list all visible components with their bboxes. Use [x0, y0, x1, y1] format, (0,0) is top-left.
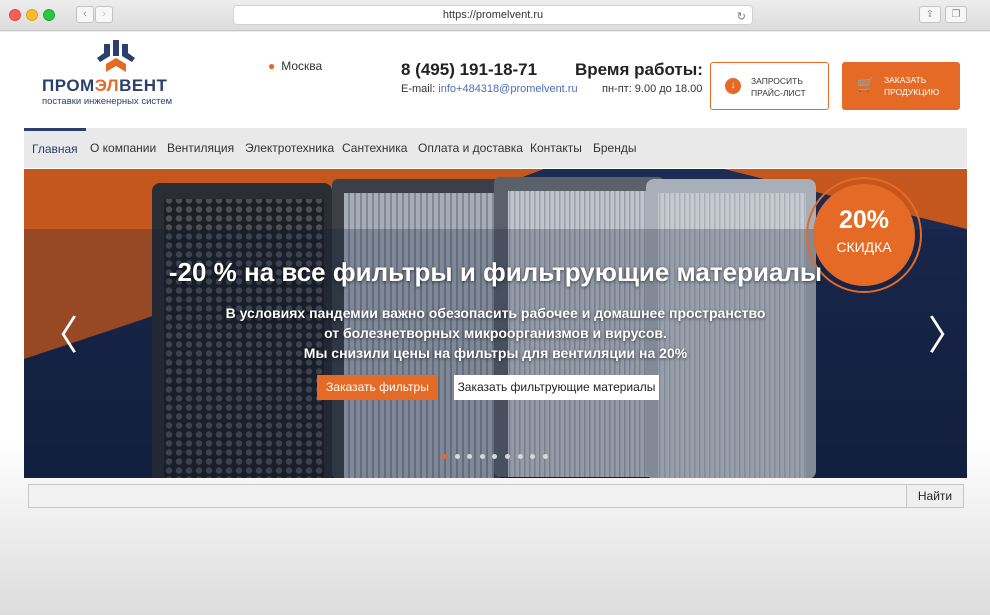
logo-mark-icon — [97, 40, 135, 72]
map-pin-icon: ● — [268, 59, 276, 73]
slider-prev-icon[interactable]: 〈 — [38, 303, 78, 361]
download-icon: ↓ — [725, 78, 741, 94]
hero-text-line: от болезнетворных микроорганизмов и виру… — [324, 325, 667, 341]
city-selector[interactable]: ● Москва — [268, 59, 322, 73]
hours-title: Время работы: — [575, 60, 703, 79]
site-logo[interactable]: ПРОМЭЛВЕНТ поставки инженерных систем — [40, 40, 190, 107]
city-name: Москва — [281, 59, 323, 73]
address-bar[interactable]: https://promelvent.ru ↻ — [233, 5, 753, 25]
back-button[interactable]: ‹ — [76, 6, 94, 23]
logo-word-part: ПРОМ — [42, 76, 95, 95]
email-block: E-mail: info+484318@promelvent.ru — [401, 83, 578, 95]
share-button[interactable]: ⇪ — [919, 6, 941, 23]
logo-tagline: поставки инженерных систем — [42, 96, 173, 107]
search-input[interactable] — [29, 485, 907, 507]
page: ПРОМЭЛВЕНТ поставки инженерных систем ● М… — [0, 32, 990, 615]
tabs-button[interactable]: ❐ — [945, 6, 967, 23]
slider-dot[interactable] — [517, 454, 523, 459]
slider-next-icon[interactable]: 〉 — [928, 303, 967, 361]
search-bar: Найти — [28, 484, 964, 508]
order-filter-materials-button[interactable]: Заказать фильтрующие материалы — [454, 375, 659, 400]
chevron-left-icon: ‹ — [83, 8, 87, 20]
nav-item-about[interactable]: О компании — [90, 128, 156, 168]
minimize-window-button[interactable] — [26, 9, 38, 21]
request-price-list-button[interactable]: ↓ ЗАПРОСИТЬ ПРАЙС-ЛИСТ — [710, 62, 829, 110]
logo-word-accent: ЭЛ — [94, 76, 120, 95]
nav-item-home[interactable]: Главная — [24, 128, 86, 168]
slider-dot[interactable] — [505, 454, 510, 459]
slider-dot[interactable] — [542, 454, 548, 459]
chevron-right-icon: › — [102, 8, 106, 20]
browser-toolbar: ‹ › https://promelvent.ru ↻ ⇪ ❐ — [0, 0, 990, 31]
hours-value: пн-пт: 9.00 до 18.00 — [602, 83, 703, 95]
maximize-window-button[interactable] — [43, 9, 55, 21]
order-filters-button[interactable]: Заказать фильтры — [317, 375, 438, 400]
nav-item-brands[interactable]: Бренды — [593, 128, 636, 168]
nav-item-plumbing[interactable]: Сантехника — [342, 128, 407, 168]
url-text: https://promelvent.ru — [442, 9, 544, 21]
close-window-button[interactable] — [9, 9, 21, 21]
discount-percent: 20% — [838, 206, 890, 234]
nav-item-contacts[interactable]: Контакты — [530, 128, 582, 168]
logo-wordmark: ПРОМЭЛВЕНТ — [42, 76, 167, 96]
nav-item-payment-delivery[interactable]: Оплата и доставка — [418, 128, 523, 168]
hero-description: В условиях пандемии важно обезопасить ра… — [24, 303, 967, 363]
hero-text-line: Мы снизили цены на фильтры для вентиляци… — [303, 345, 688, 361]
share-icon: ⇪ — [925, 9, 935, 20]
nav-item-electrical[interactable]: Электротехника — [245, 128, 334, 168]
discount-label: СКИДКА — [836, 239, 892, 255]
main-nav: Главная О компании Вентиляция Электротех… — [24, 128, 967, 168]
order-products-button[interactable]: 🛒 ЗАКАЗАТЬ ПРОДУКЦИЮ — [842, 62, 960, 110]
email-label: E-mail: — [401, 83, 436, 95]
tabs-icon: ❐ — [951, 9, 961, 20]
slider-dot[interactable] — [454, 454, 460, 459]
hero-title: -20 % на все фильтры и фильтрующие матер… — [168, 257, 823, 287]
logo-word-part: ВЕНТ — [119, 76, 168, 95]
nav-item-ventilation[interactable]: Вентиляция — [167, 128, 234, 168]
order-products-label: ЗАКАЗАТЬ ПРОДУКЦИЮ — [884, 75, 940, 97]
slider-dot[interactable] — [479, 454, 485, 459]
hero-slider: 20% СКИДКА -20 % на все фильтры и фильтр… — [24, 169, 967, 478]
phone-number[interactable]: 8 (495) 191-18-71 — [401, 60, 537, 80]
request-price-list-label: ЗАПРОСИТЬ ПРАЙС-ЛИСТ — [751, 76, 806, 98]
reload-icon[interactable]: ↻ — [737, 8, 746, 26]
slider-dot[interactable] — [442, 454, 447, 459]
search-button[interactable]: Найти — [907, 485, 963, 507]
email-link[interactable]: info+484318@promelvent.ru — [438, 83, 577, 95]
forward-button[interactable]: › — [95, 6, 113, 23]
cart-icon: 🛒 — [857, 76, 875, 92]
hero-text-line: В условиях пандемии важно обезопасить ра… — [225, 305, 766, 321]
